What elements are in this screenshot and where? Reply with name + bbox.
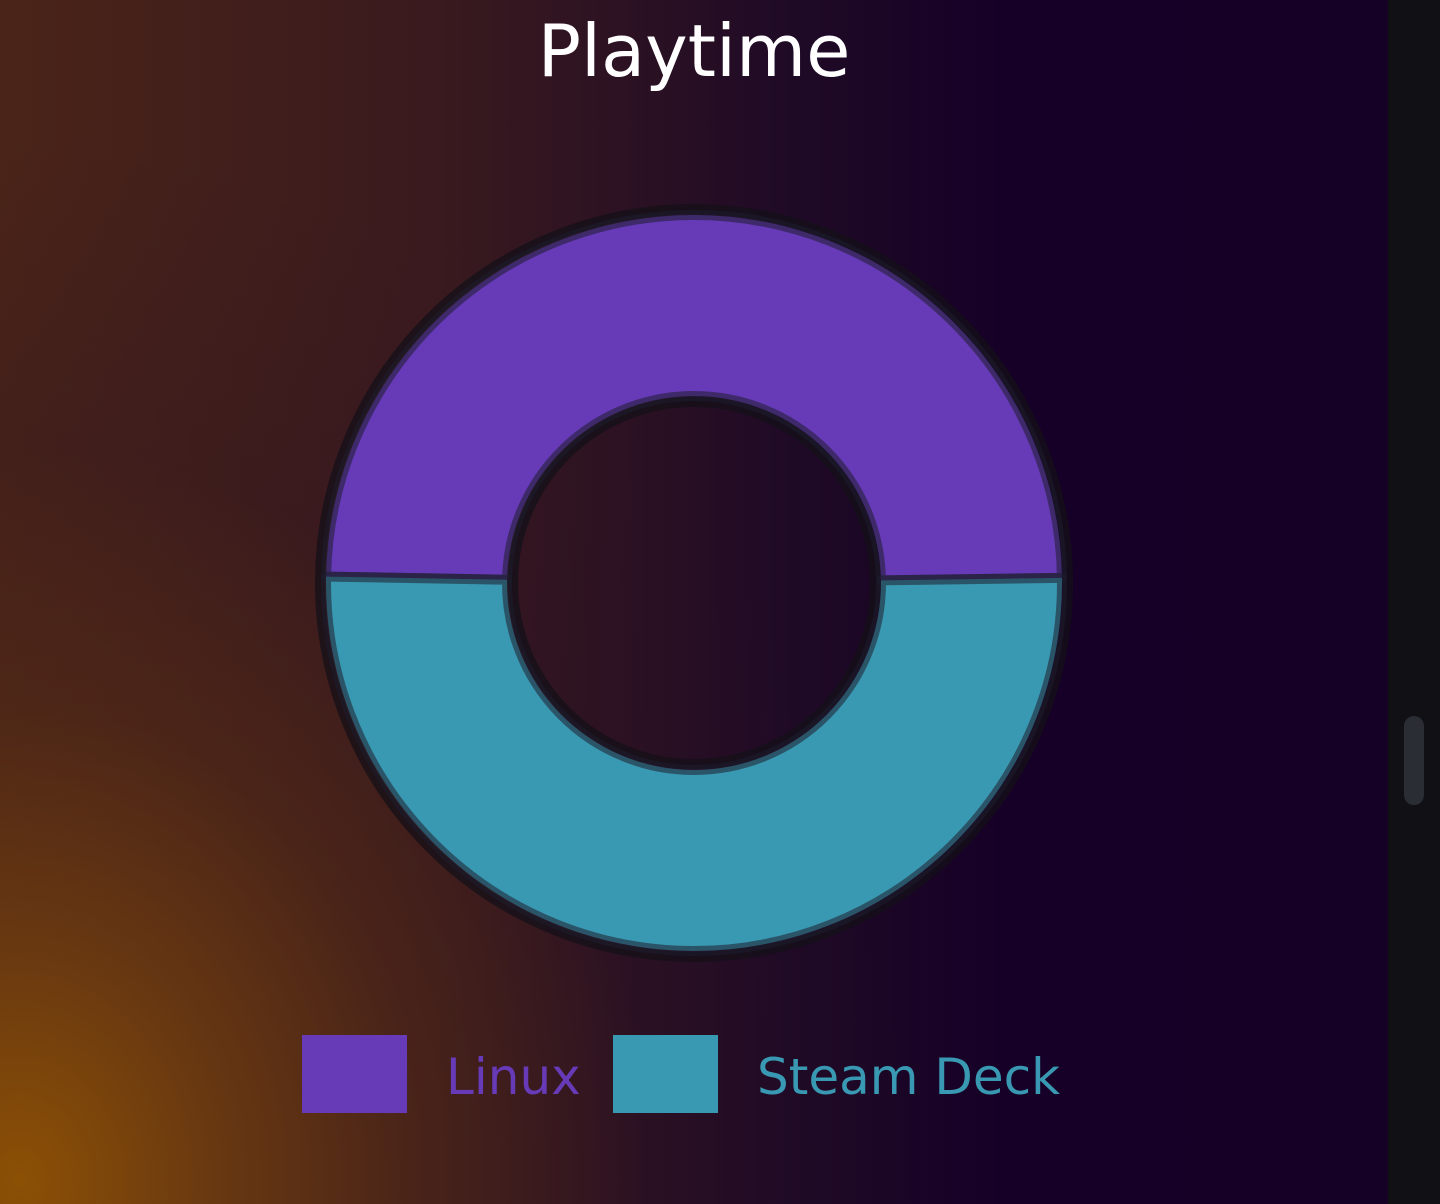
chart-area: Playtime Linux Steam Deck <box>0 0 1388 1204</box>
scrollbar-track[interactable] <box>1388 0 1440 1204</box>
legend-label-steam-deck: Steam Deck <box>757 1048 1061 1106</box>
donut-chart <box>315 204 1073 962</box>
legend-swatch-linux <box>302 1035 407 1113</box>
legend-label-linux: Linux <box>446 1048 581 1106</box>
chart-legend: Linux Steam Deck <box>0 1035 1388 1115</box>
scrollbar-thumb[interactable] <box>1404 716 1424 805</box>
donut-inner-rim <box>508 397 880 769</box>
legend-item-linux[interactable]: Linux <box>302 1035 592 1115</box>
donut-slice-linux[interactable] <box>321 210 1067 586</box>
legend-item-steam-deck[interactable]: Steam Deck <box>613 1035 1073 1115</box>
legend-swatch-steam-deck <box>613 1035 718 1113</box>
